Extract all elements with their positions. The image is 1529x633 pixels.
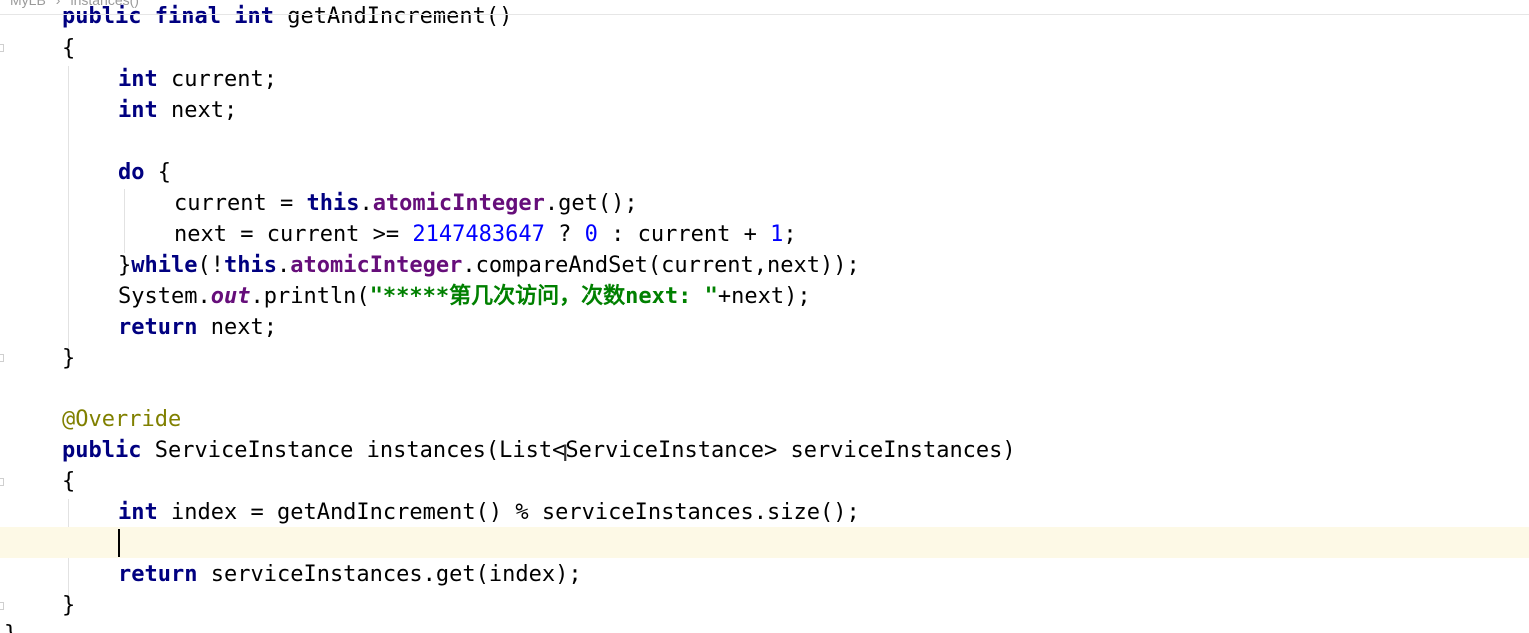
breadcrumb-class[interactable]: MyLB: [10, 0, 46, 8]
code-text: next;: [171, 98, 238, 123]
code-line[interactable]: }: [0, 590, 1529, 621]
field-reference: atomicInteger: [290, 253, 463, 278]
keyword: public: [62, 438, 142, 463]
code-line[interactable]: }while(!this.atomicInteger.compareAndSet…: [0, 250, 1529, 281]
brace: }: [62, 593, 76, 618]
code-text: +next);: [717, 284, 811, 309]
keyword: while: [131, 253, 198, 278]
code-line[interactable]: }: [0, 619, 1529, 633]
brace: {: [157, 160, 171, 185]
code-line[interactable]: next = current >= 2147483647 ? 0 : curre…: [0, 219, 1529, 250]
number-literal: 1: [770, 222, 784, 247]
code-line[interactable]: do {: [0, 157, 1529, 188]
breadcrumb-divider: [0, 14, 1529, 15]
code-line[interactable]: int index = getAndIncrement() % serviceI…: [0, 497, 1529, 528]
keyword: do: [118, 160, 145, 185]
code-text: .: [359, 191, 373, 216]
code-line[interactable]: int next;: [0, 95, 1529, 126]
keyword: return: [118, 562, 198, 587]
keyword: int: [118, 98, 158, 123]
code-line[interactable]: {: [0, 33, 1529, 64]
brace: }: [4, 619, 17, 633]
code-line[interactable]: @Override: [0, 404, 1529, 435]
current-line[interactable]: [0, 527, 1529, 558]
brace: {: [62, 469, 76, 494]
breadcrumb-separator: ›: [55, 0, 61, 8]
code-text: .get();: [544, 191, 638, 216]
string-literal: "*****第几次访问，次数next: ": [369, 284, 718, 309]
code-line[interactable]: }: [0, 343, 1529, 374]
code-text: ;: [783, 222, 797, 247]
code-text: serviceInstances.get(index);: [210, 562, 582, 587]
breadcrumb-method[interactable]: instances(): [70, 0, 138, 8]
code-text: current =: [174, 191, 307, 216]
code-line[interactable]: current = this.atomicInteger.get();: [0, 188, 1529, 219]
code-line[interactable]: int current;: [0, 64, 1529, 95]
keyword: int: [118, 500, 158, 525]
code-text: (!: [197, 253, 224, 278]
keyword: this: [306, 191, 360, 216]
number-literal: 0: [584, 222, 598, 247]
keyword: int: [118, 67, 158, 92]
code-text: .println(: [250, 284, 370, 309]
code-text: index = getAndIncrement() % serviceInsta…: [171, 500, 860, 525]
method-signature: ServiceInstance instances(List<ServiceIn…: [154, 438, 1016, 463]
keyword: this: [223, 253, 277, 278]
code-text: .: [276, 253, 291, 278]
code-text: ?: [544, 222, 585, 247]
code-line[interactable]: public ServiceInstance instances(List<Se…: [0, 435, 1529, 466]
code-line[interactable]: {: [0, 466, 1529, 497]
code-editor[interactable]: MyLB › instances() public final int getAnd…: [0, 0, 1529, 633]
code-text: : current +: [597, 222, 771, 247]
keyword: return: [118, 315, 198, 340]
code-line[interactable]: System.out.println("*****第几次访问，次数next: "…: [0, 281, 1529, 312]
code-text: next;: [210, 315, 277, 340]
text-caret: [118, 529, 120, 557]
code-text: System.: [118, 284, 211, 309]
annotation: @Override: [62, 407, 182, 432]
breadcrumb: MyLB › instances(): [0, 0, 1529, 10]
code-text: current;: [171, 67, 277, 92]
number-literal: 2147483647: [412, 222, 545, 247]
brace: {: [62, 36, 76, 61]
code-text: next = current >=: [174, 222, 413, 247]
mouse-ibeam-cursor-icon: I: [562, 442, 569, 467]
field-reference: atomicInteger: [372, 191, 545, 216]
brace: }: [118, 253, 132, 278]
brace: }: [62, 346, 76, 371]
code-text: .compareAndSet(current,next));: [462, 253, 860, 278]
code-line[interactable]: return next;: [0, 312, 1529, 343]
code-line[interactable]: return serviceInstances.get(index);: [0, 559, 1529, 590]
static-field: out: [210, 284, 251, 309]
